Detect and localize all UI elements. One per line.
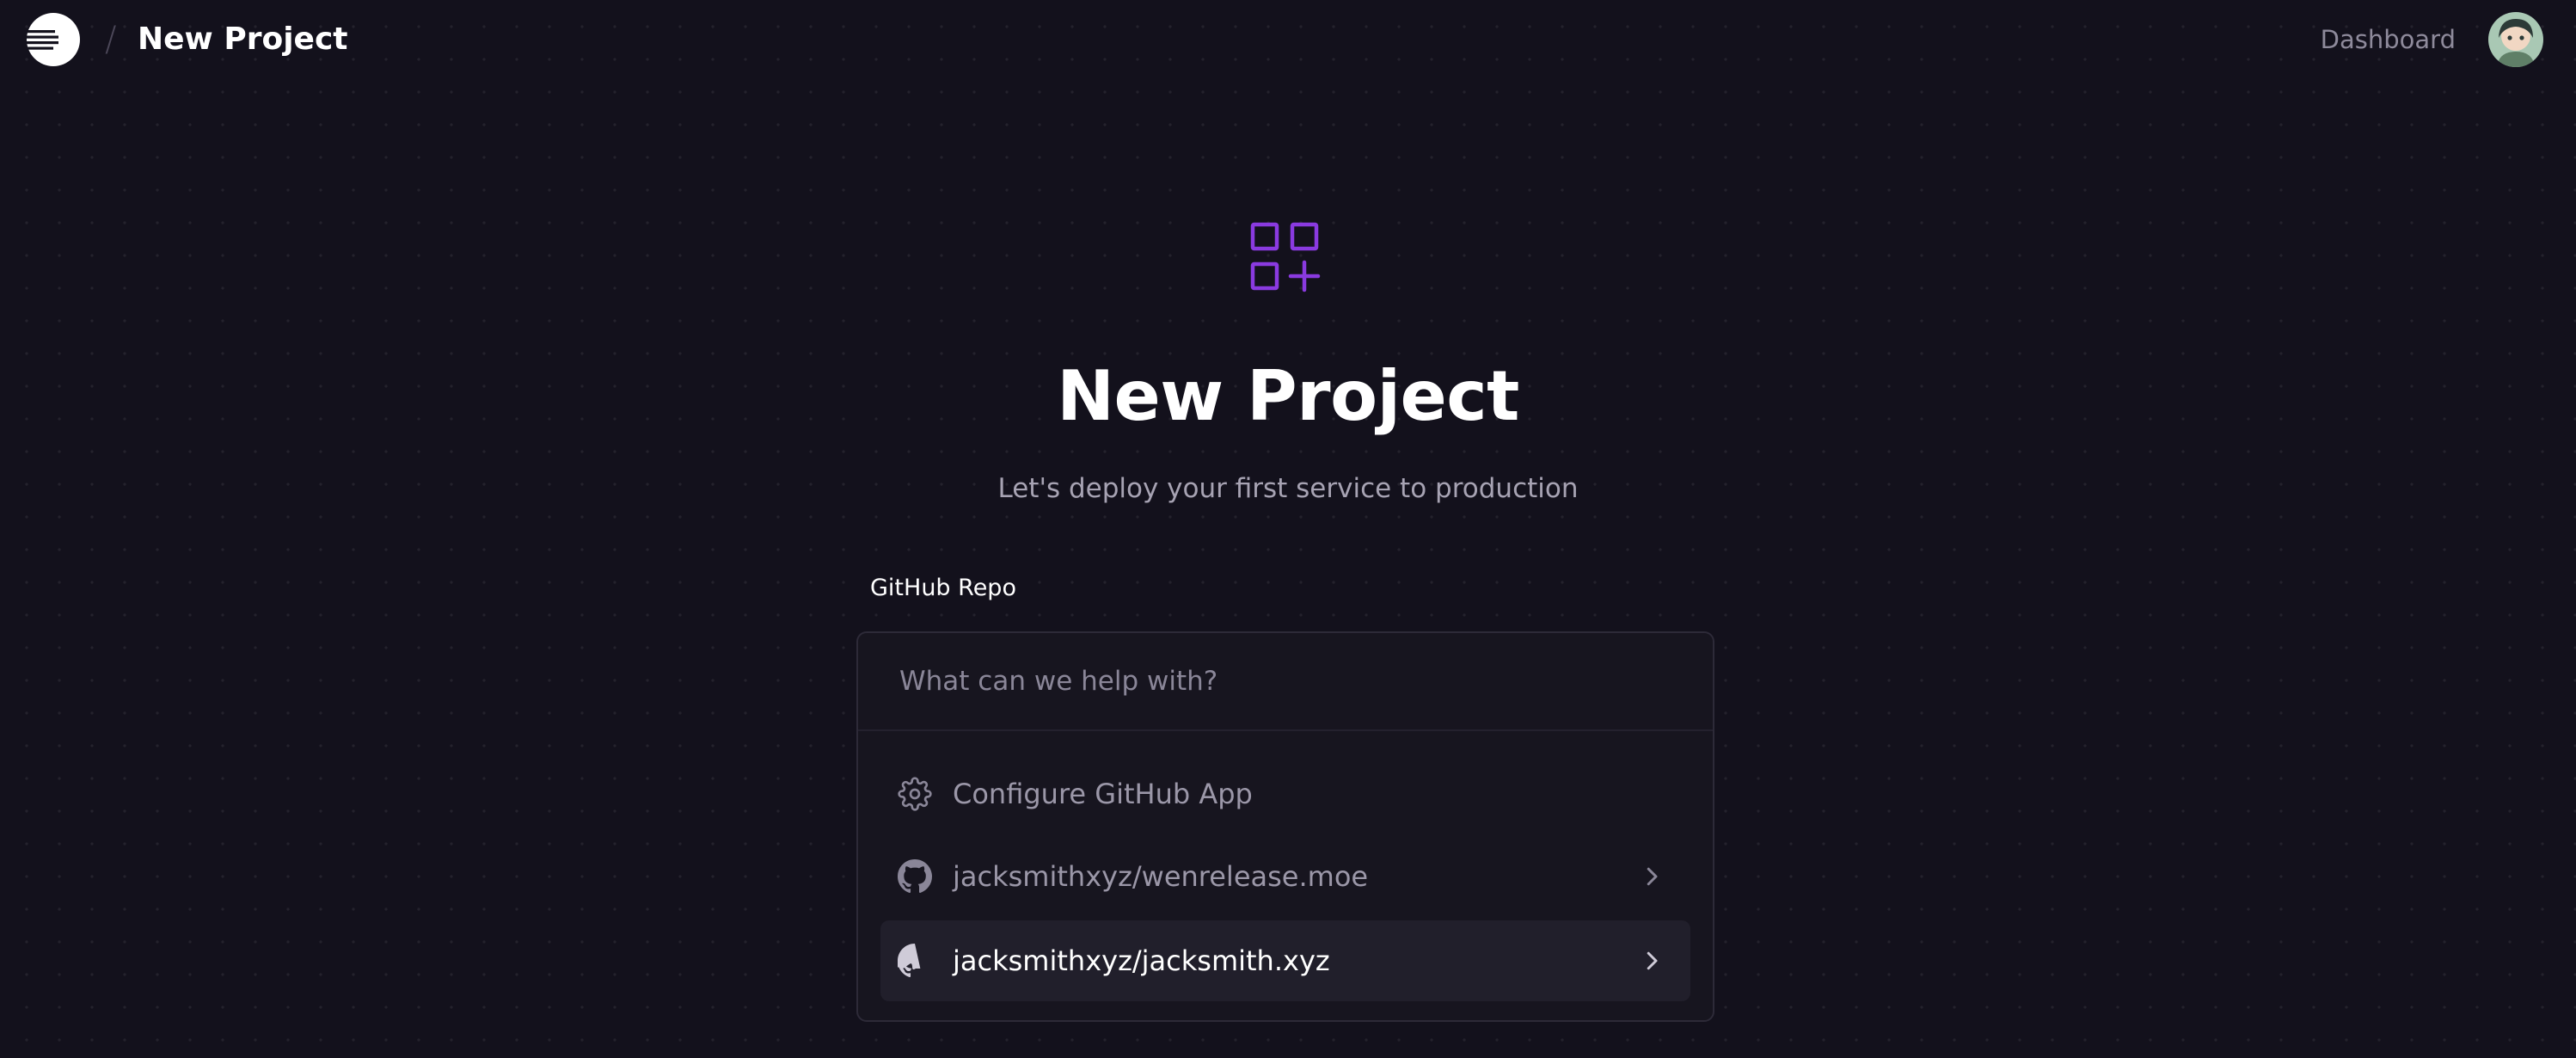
repo-command-panel: Configure GitHub App jacksmithxyz/wenrel…: [856, 631, 1714, 1022]
add-project-grid-icon: [1250, 222, 1321, 292]
dashboard-link[interactable]: Dashboard: [2321, 21, 2456, 58]
gear-icon: [898, 777, 932, 811]
repo-item-label: jacksmithxyz/jacksmith.xyz: [953, 944, 1330, 977]
repo-search-input[interactable]: [858, 633, 1713, 731]
avatar-image-icon: [2488, 12, 2543, 67]
github-repo-label: GitHub Repo: [870, 575, 1016, 601]
repo-item-jacksmith[interactable]: jacksmithxyz/jacksmith.xyz: [880, 920, 1690, 1001]
github-icon: [898, 944, 921, 978]
hero-title: New Project: [1057, 356, 1519, 436]
breadcrumb-separator: /: [105, 20, 117, 59]
github-icon: [898, 859, 932, 894]
configure-github-app-item[interactable]: Configure GitHub App: [880, 754, 1690, 834]
configure-github-app-label: Configure GitHub App: [953, 778, 1253, 810]
hero-subtitle: Let's deploy your first service to produ…: [997, 473, 1579, 504]
repo-item-label: jacksmithxyz/wenrelease.moe: [953, 860, 1369, 893]
railway-logo-icon[interactable]: [26, 12, 81, 67]
repo-item-wenrelease[interactable]: jacksmithxyz/wenrelease.moe: [880, 836, 1690, 917]
chevron-right-icon: [1647, 867, 1658, 886]
avatar[interactable]: [2488, 12, 2543, 67]
page-title: New Project: [138, 22, 348, 57]
top-bar: / New Project Dashboard: [0, 0, 2576, 79]
chevron-right-icon: [1647, 951, 1658, 970]
